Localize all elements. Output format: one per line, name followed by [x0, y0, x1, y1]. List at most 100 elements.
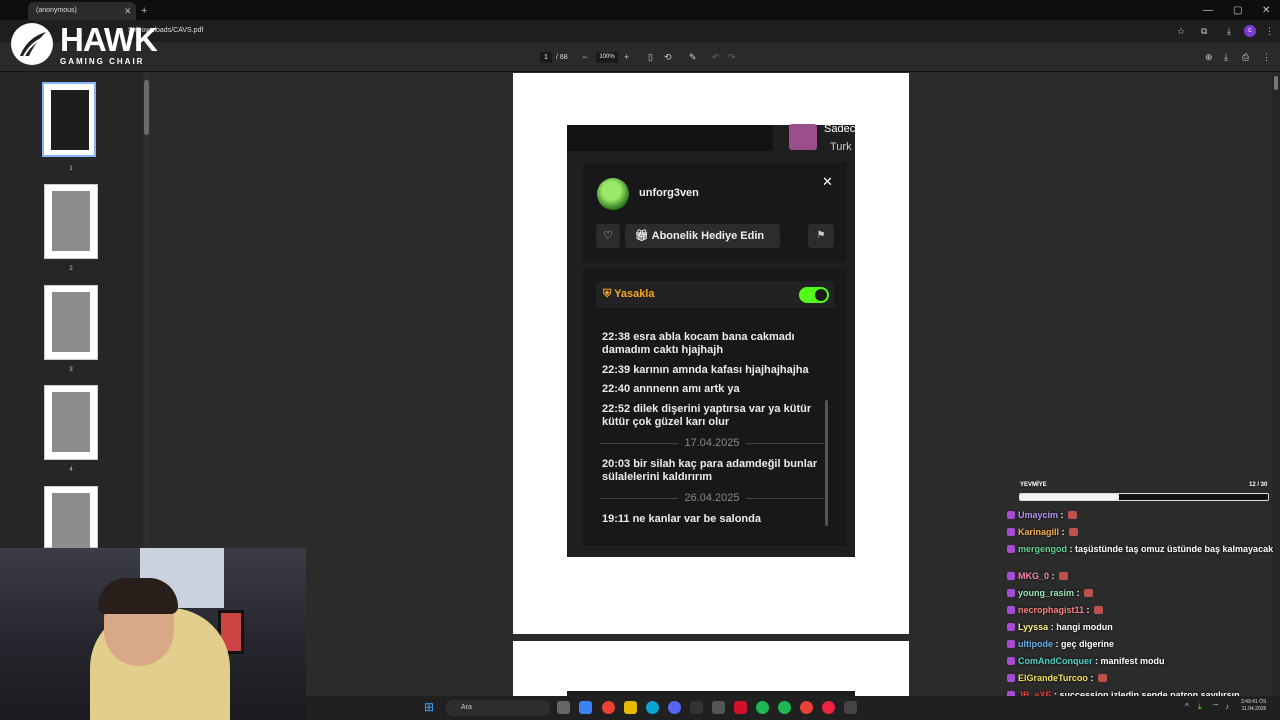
- pdf-more-icon[interactable]: ⋮: [1262, 51, 1271, 63]
- spotify-icon[interactable]: [778, 701, 791, 714]
- steam-icon[interactable]: [712, 701, 725, 714]
- browser-tab[interactable]: (anonymous): [28, 2, 136, 20]
- volume-icon[interactable]: ♪: [1225, 702, 1229, 712]
- username: unforg3ven: [639, 187, 699, 199]
- chat-separator: :: [1087, 673, 1096, 683]
- webcam-hair: [98, 578, 178, 614]
- tray-app-icon[interactable]: ⤓: [1198, 702, 1202, 712]
- history-scrollbar: [825, 400, 828, 526]
- tab-close-icon[interactable]: ✕: [124, 2, 132, 20]
- download-pdf-icon[interactable]: ⤓: [1224, 51, 1228, 63]
- chat-message: Umaycim :: [1007, 509, 1275, 521]
- emote-icon: [1059, 572, 1069, 580]
- bookmark-star-icon[interactable]: ☆: [1177, 24, 1185, 38]
- minimize-icon[interactable]: —: [1203, 2, 1213, 20]
- zoom-input[interactable]: 100%: [596, 52, 618, 63]
- page-number-input[interactable]: 1: [540, 52, 552, 63]
- thumbnail-label: 2: [69, 266, 73, 272]
- profile-avatar[interactable]: c: [1244, 25, 1256, 37]
- ban-toggle-knob: [815, 289, 827, 301]
- chat-username[interactable]: ElGrandeTurcoo: [1018, 673, 1088, 683]
- chat-username[interactable]: Umaycim: [1018, 510, 1058, 520]
- undo-icon[interactable]: ↶: [712, 51, 720, 63]
- new-tab-icon[interactable]: +: [141, 2, 147, 20]
- discord-icon[interactable]: [668, 701, 681, 714]
- thumbnail-page-2[interactable]: [44, 184, 98, 259]
- app-icon[interactable]: [734, 701, 747, 714]
- chat-separator: :: [1059, 527, 1068, 537]
- zoom-in-icon[interactable]: +: [624, 51, 629, 63]
- tray-chevron-icon[interactable]: ^: [1185, 702, 1189, 712]
- app-icon[interactable]: [756, 701, 769, 714]
- thumbnail-scroll-handle[interactable]: [144, 80, 149, 135]
- taskbar-search-input[interactable]: Ara: [445, 700, 550, 716]
- zoom-out-icon[interactable]: −: [582, 51, 587, 63]
- draw-icon[interactable]: ✎: [689, 51, 697, 63]
- chat-message: necrophagist11 :: [1007, 604, 1275, 616]
- close-window-icon[interactable]: ✕: [1262, 2, 1270, 20]
- chat-badge-icon: [1007, 674, 1015, 682]
- copilot-icon[interactable]: [579, 701, 592, 714]
- chat-separator: :: [1067, 544, 1076, 554]
- ban-label: ⛨ Yasakla: [603, 288, 655, 300]
- goal-title: YEVMİYE: [1020, 482, 1047, 488]
- windows-start-icon[interactable]: ⊞: [424, 701, 434, 714]
- chat-username[interactable]: Lyyssa: [1018, 622, 1048, 632]
- chat-username[interactable]: ultipode: [1018, 639, 1053, 649]
- app-icon[interactable]: [844, 701, 857, 714]
- chat-history-message: 22:39 karının amnda kafası hjajhajhajha: [602, 364, 809, 376]
- chat-badge-icon: [1007, 589, 1015, 597]
- extensions-icon[interactable]: ⧉: [1201, 24, 1207, 38]
- print-icon[interactable]: ⎙: [1242, 51, 1249, 63]
- save-annotations-icon[interactable]: ⊕: [1205, 51, 1213, 63]
- thumbnail-label: 3: [69, 367, 73, 373]
- viewer-scroll-handle[interactable]: [1274, 76, 1278, 90]
- chat-username[interactable]: Karinagill: [1018, 527, 1059, 537]
- chat-separator: :: [1058, 510, 1067, 520]
- chat-text: hangi modun: [1056, 622, 1113, 632]
- task-view-icon[interactable]: [557, 701, 570, 714]
- chat-history-message: 19:11 ne kanlar var be salonda: [602, 513, 761, 525]
- browser-menu-icon[interactable]: ⋮: [1265, 24, 1274, 38]
- maximize-icon[interactable]: ▢: [1233, 2, 1242, 20]
- thumbnail-scrollbar[interactable]: [143, 72, 150, 552]
- goal-progress-fill: [1020, 494, 1119, 500]
- thumbnail-page-3[interactable]: [44, 285, 98, 360]
- downloads-icon[interactable]: ⤓: [1227, 24, 1231, 38]
- logo-name: HAWK: [60, 21, 158, 58]
- file-explorer-icon[interactable]: [624, 701, 637, 714]
- partial-name-sub: Turk: [830, 141, 852, 153]
- chat-history-message: 22:40 annnenn amı artk ya: [602, 383, 740, 395]
- chat-history-message: 20:03 bir silah kaç para adamdeğil bunla…: [602, 458, 818, 483]
- chat-username[interactable]: necrophagist11: [1018, 605, 1084, 615]
- logo-subtitle: GAMING CHAIR: [60, 57, 145, 66]
- chat-history-message: 22:38 esra abla kocam bana cakmadı damad…: [602, 331, 795, 356]
- chat-message: young_rasim :: [1007, 587, 1275, 599]
- chrome-icon[interactable]: [602, 701, 615, 714]
- redo-icon[interactable]: ↷: [728, 51, 736, 63]
- fit-page-icon[interactable]: ▯: [648, 51, 653, 63]
- taskbar-clock[interactable]: 3:49:41 ÖS 11.04.2026: [1241, 699, 1266, 713]
- rotate-icon[interactable]: ⟲: [664, 51, 672, 63]
- chat-badge-icon: [1007, 511, 1015, 519]
- date-separator: 17.04.2025: [600, 437, 824, 450]
- emote-icon: [1094, 606, 1104, 614]
- edge-icon[interactable]: [646, 701, 659, 714]
- close-icon: ✕: [822, 174, 833, 189]
- chrome-icon[interactable]: [800, 701, 813, 714]
- app-icon[interactable]: [822, 701, 835, 714]
- network-icon[interactable]: ⌔: [1212, 702, 1220, 712]
- thumbnail-page-4[interactable]: [44, 385, 98, 460]
- chat-username[interactable]: ComAndConquer: [1018, 656, 1093, 666]
- pdf-toolbar: [0, 42, 1280, 72]
- chat-separator: :: [1048, 622, 1057, 632]
- thumbnail-page-5[interactable]: [44, 486, 98, 553]
- chat-text: taşüstünde taş omuz üstünde baş kalmayac…: [1075, 544, 1274, 554]
- chat-username[interactable]: MKG_0: [1018, 571, 1049, 581]
- thumbnail-page-1[interactable]: [42, 82, 96, 157]
- chat-username[interactable]: mergengod: [1018, 544, 1067, 554]
- thumbnail-label: 4: [69, 467, 73, 473]
- chat-username[interactable]: young_rasim: [1018, 588, 1074, 598]
- chat-message: MKG_0 :: [1007, 570, 1275, 582]
- app-icon[interactable]: [690, 701, 703, 714]
